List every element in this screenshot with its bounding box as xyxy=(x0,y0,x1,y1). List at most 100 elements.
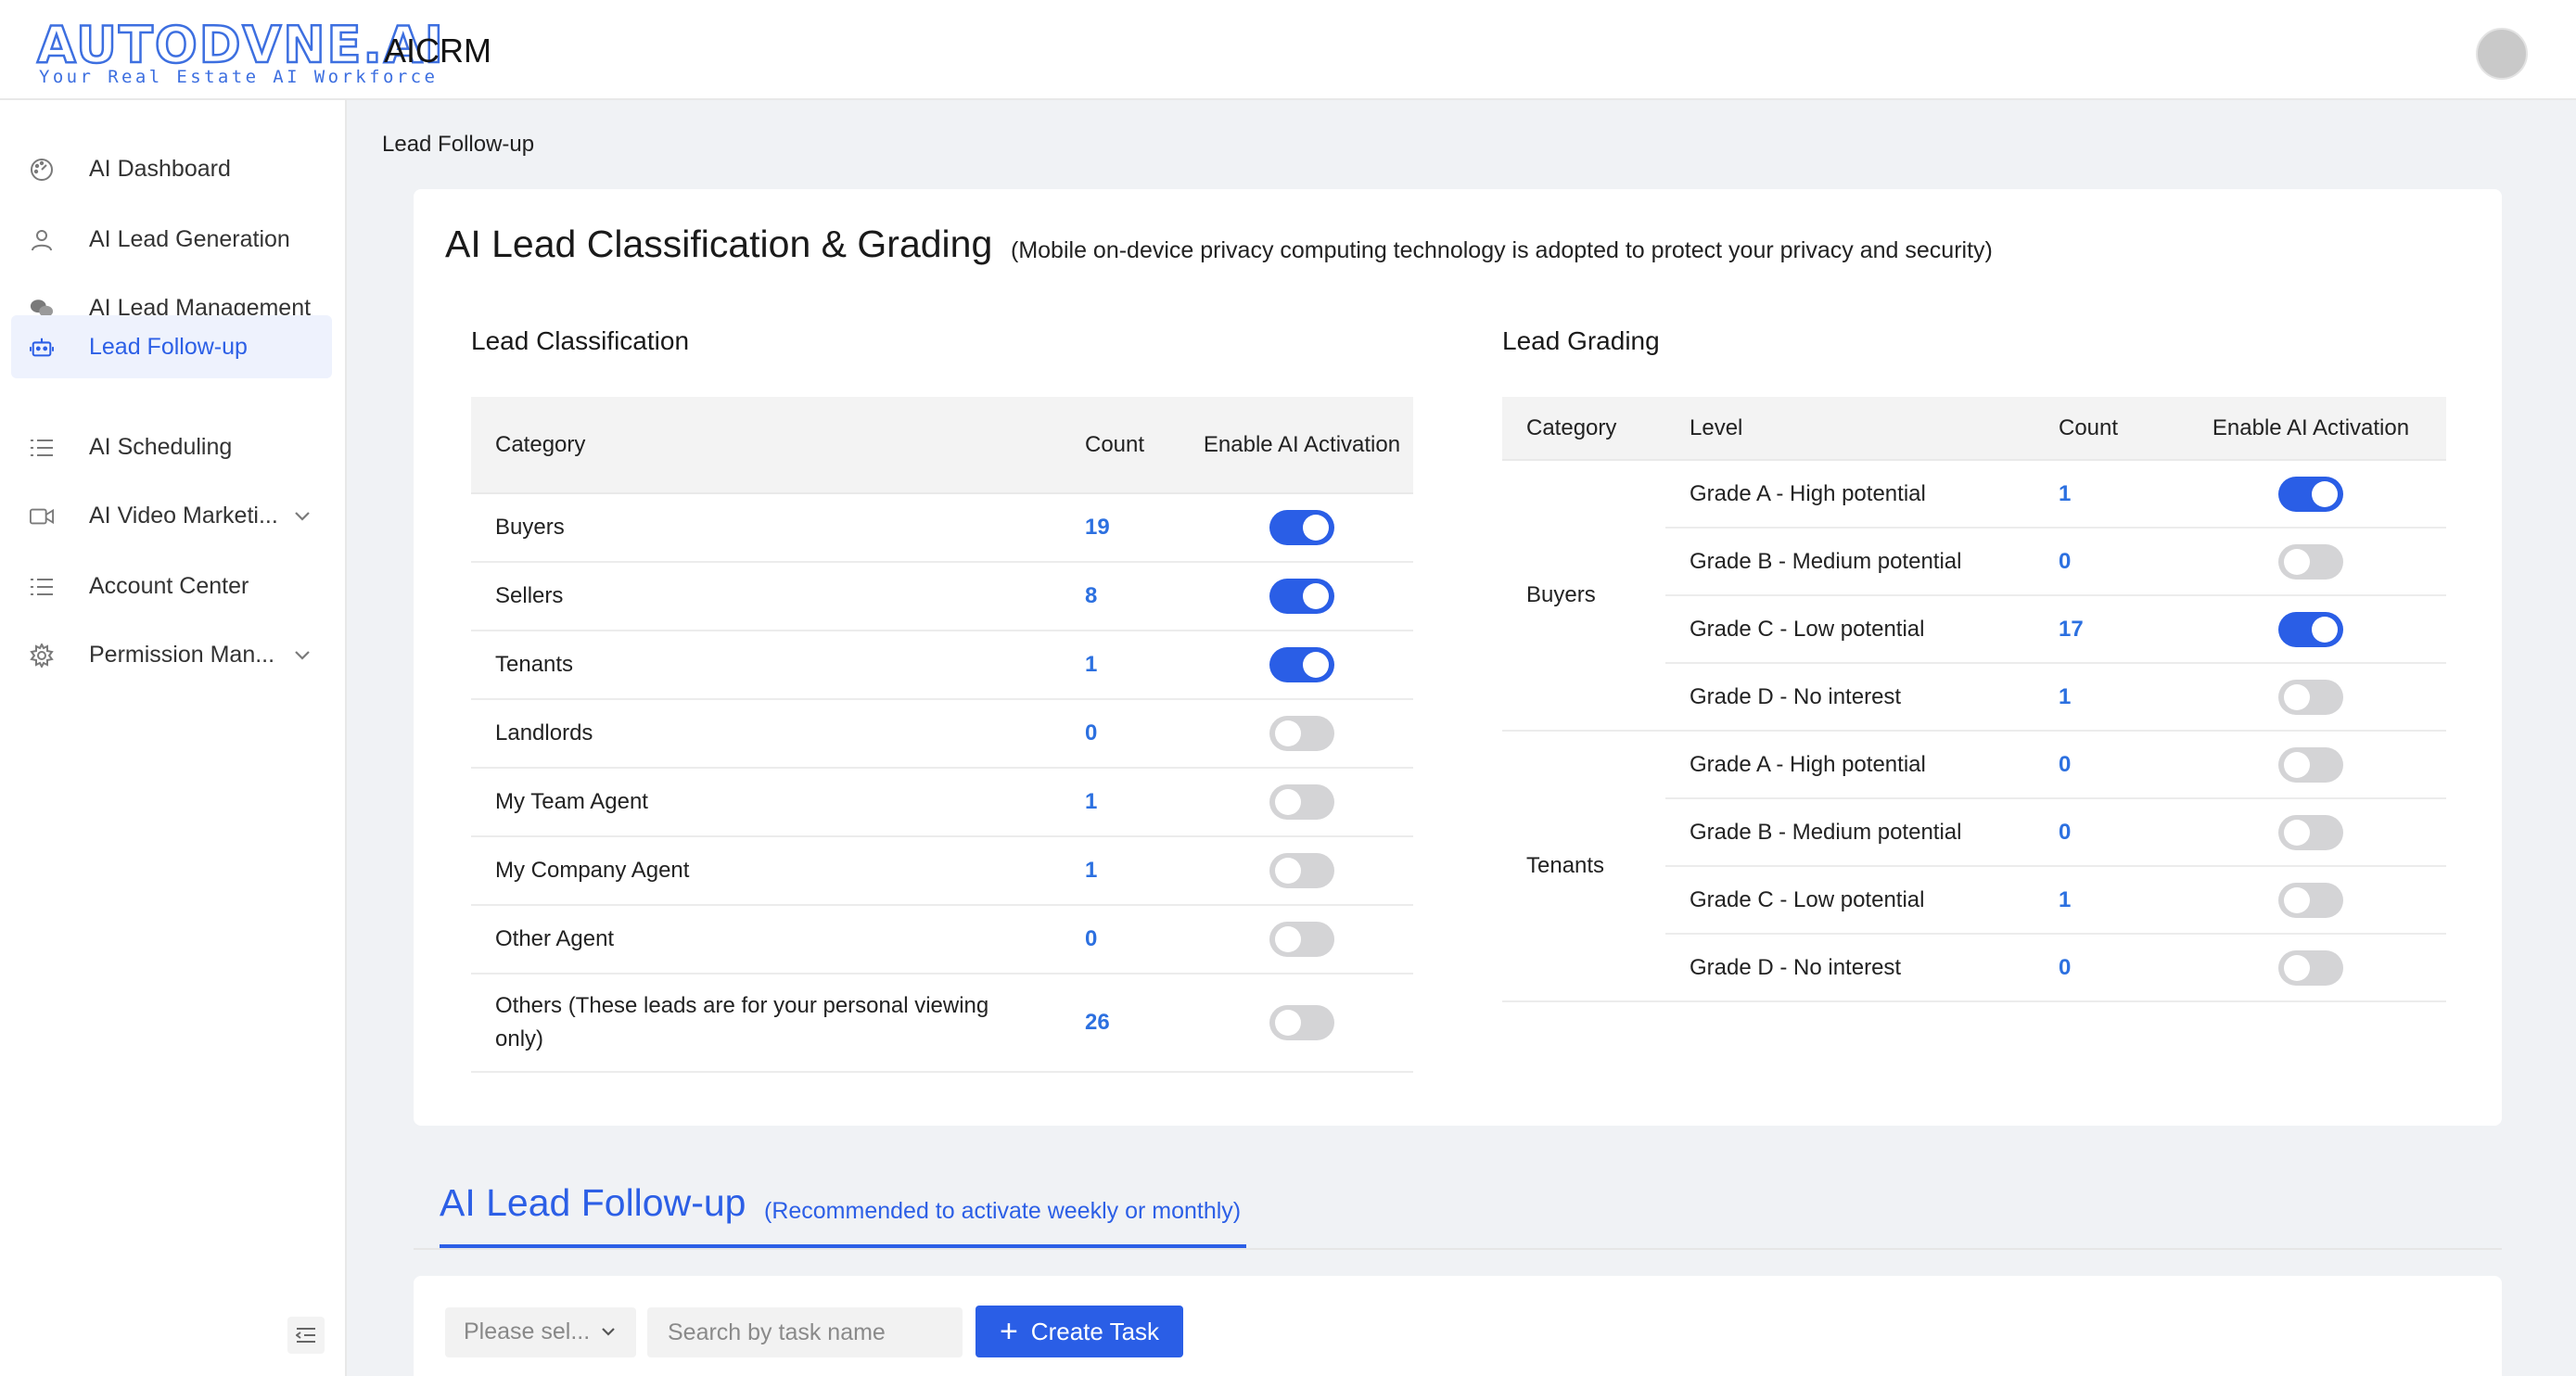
create-task-button[interactable]: + Create Task xyxy=(976,1306,1183,1357)
sidebar-item-label: AI Video Marketi... xyxy=(89,503,278,529)
sidebar-item-ai-dashboard[interactable]: AI Dashboard xyxy=(11,137,332,200)
table-row: Sellers 8 xyxy=(471,562,1413,631)
level-cell: Grade B - Medium potential xyxy=(1665,528,2034,596)
sidebar: AI Dashboard AI Lead Generation AI Lead … xyxy=(0,100,347,1376)
column-header-enable-ai: Enable AI Activation xyxy=(1191,397,1413,494)
ai-activation-toggle[interactable] xyxy=(1269,716,1334,751)
count-cell: 1 xyxy=(2034,663,2175,732)
sidebar-item-ai-lead-generation[interactable]: AI Lead Generation xyxy=(11,208,332,271)
sidebar-item-label: Permission Man... xyxy=(89,642,275,668)
category-cell: Buyers xyxy=(1502,460,1665,732)
task-search-input[interactable] xyxy=(647,1307,963,1357)
ai-activation-toggle[interactable] xyxy=(2278,882,2343,918)
count-cell: 0 xyxy=(1061,905,1191,975)
dashboard-icon xyxy=(30,158,54,182)
card-title: AI Lead Classification & Grading xyxy=(445,223,993,265)
ai-activation-toggle[interactable] xyxy=(2278,814,2343,850)
toggle-knob xyxy=(2284,886,2310,913)
ai-activation-toggle[interactable] xyxy=(2278,611,2343,647)
level-cell: Grade D - No interest xyxy=(1665,934,2034,1002)
ai-activation-toggle[interactable] xyxy=(2278,476,2343,512)
column-header-category: Category xyxy=(1502,397,1665,461)
follow-up-note: (Recommended to activate weekly or month… xyxy=(764,1198,1242,1224)
autodyne-logo[interactable]: AUTODVNE.AI Your Real Estate AI Workforc… xyxy=(36,17,444,87)
gear-icon xyxy=(30,643,54,668)
sidebar-item-lead-follow-up[interactable]: Lead Follow-up xyxy=(11,315,332,378)
chevron-down-icon xyxy=(599,1322,618,1341)
count-cell: 0 xyxy=(2034,528,2175,596)
ai-activation-toggle[interactable] xyxy=(1269,784,1334,820)
table-row: Landlords 0 xyxy=(471,699,1413,769)
table-row: Other Agent 0 xyxy=(471,905,1413,975)
robot-icon xyxy=(30,336,54,360)
table-row: Others (These leads are for your persona… xyxy=(471,974,1413,1073)
collapse-menu-icon xyxy=(296,1328,315,1343)
user-icon xyxy=(30,228,54,252)
lead-classification-table: Category Count Enable AI Activation Buye… xyxy=(471,397,1413,1073)
ai-activation-toggle[interactable] xyxy=(2278,746,2343,783)
ai-activation-toggle[interactable] xyxy=(1269,510,1334,545)
ai-activation-toggle[interactable] xyxy=(1269,647,1334,682)
toggle-knob xyxy=(1275,720,1301,746)
toggle-cell xyxy=(1191,974,1413,1073)
ai-activation-toggle[interactable] xyxy=(2278,949,2343,986)
column-header-enable-ai: Enable AI Activation xyxy=(2175,397,2446,461)
level-cell: Grade A - High potential xyxy=(1665,731,2034,799)
user-avatar[interactable] xyxy=(2476,28,2528,80)
logo-tagline: Your Real Estate AI Workforce xyxy=(39,67,439,87)
count-cell: 1 xyxy=(2034,460,2175,529)
chevron-down-icon[interactable] xyxy=(291,504,313,527)
sidebar-item-label: Account Center xyxy=(89,573,249,599)
sidebar-item-ai-scheduling[interactable]: AI Scheduling xyxy=(11,415,332,478)
toggle-knob xyxy=(2284,954,2310,981)
category-cell: My Company Agent xyxy=(471,836,1061,906)
count-cell: 1 xyxy=(2034,866,2175,935)
toggle-knob xyxy=(1303,515,1329,541)
tab-ai-lead-follow-up[interactable]: AI Lead Follow-up (Recommended to activa… xyxy=(440,1181,1246,1248)
list-icon xyxy=(30,436,54,460)
lead-grading-title: Lead Grading xyxy=(1502,326,1660,355)
column-header-category: Category xyxy=(471,397,1061,494)
ai-activation-toggle[interactable] xyxy=(2278,679,2343,715)
top-header: AUTODVNE.AI Your Real Estate AI Workforc… xyxy=(0,0,2576,100)
toggle-knob xyxy=(2284,683,2310,710)
toggle-knob xyxy=(1275,926,1301,952)
toggle-knob xyxy=(2312,480,2338,507)
ai-activation-toggle[interactable] xyxy=(1269,579,1334,614)
toggle-cell xyxy=(1191,905,1413,975)
toggle-cell xyxy=(1191,493,1413,563)
sidebar-item-permission-management[interactable]: Permission Man... xyxy=(11,623,332,686)
chevron-down-icon[interactable] xyxy=(291,643,313,666)
category-cell: Others (These leads are for your persona… xyxy=(471,974,1061,1073)
table-row: Buyers 19 xyxy=(471,493,1413,563)
ai-activation-toggle[interactable] xyxy=(1269,922,1334,957)
toggle-cell xyxy=(1191,699,1413,769)
toggle-cell xyxy=(2175,528,2446,596)
count-cell: 8 xyxy=(1061,562,1191,631)
category-cell: Other Agent xyxy=(471,905,1061,975)
sidebar-item-label: AI Lead Generation xyxy=(89,226,290,252)
sidebar-item-label: Lead Follow-up xyxy=(89,334,248,360)
toggle-knob xyxy=(2284,751,2310,778)
toggle-cell xyxy=(1191,631,1413,700)
ai-activation-toggle[interactable] xyxy=(2278,543,2343,580)
sidebar-item-ai-video-marketing[interactable]: AI Video Marketi... xyxy=(11,484,332,547)
column-header-level: Level xyxy=(1665,397,2034,461)
toggle-cell xyxy=(2175,460,2446,529)
toggle-knob xyxy=(2284,819,2310,846)
toggle-knob xyxy=(2312,616,2338,643)
column-header-count: Count xyxy=(1061,397,1191,494)
table-row: My Team Agent 1 xyxy=(471,768,1413,837)
count-cell: 1 xyxy=(1061,836,1191,906)
table-row: Buyers Grade A - High potential 1 xyxy=(1502,460,2446,732)
sidebar-item-account-center[interactable]: Account Center xyxy=(11,554,332,618)
toggle-knob xyxy=(1275,789,1301,815)
category-cell: Tenants xyxy=(471,631,1061,700)
sidebar-item-label: AI Dashboard xyxy=(89,156,231,182)
toggle-cell xyxy=(1191,768,1413,837)
ai-activation-toggle[interactable] xyxy=(1269,853,1334,888)
ai-activation-toggle[interactable] xyxy=(1269,1005,1334,1040)
collapse-sidebar-button[interactable] xyxy=(287,1317,325,1354)
toggle-cell xyxy=(1191,836,1413,906)
count-cell: 1 xyxy=(1061,631,1191,700)
